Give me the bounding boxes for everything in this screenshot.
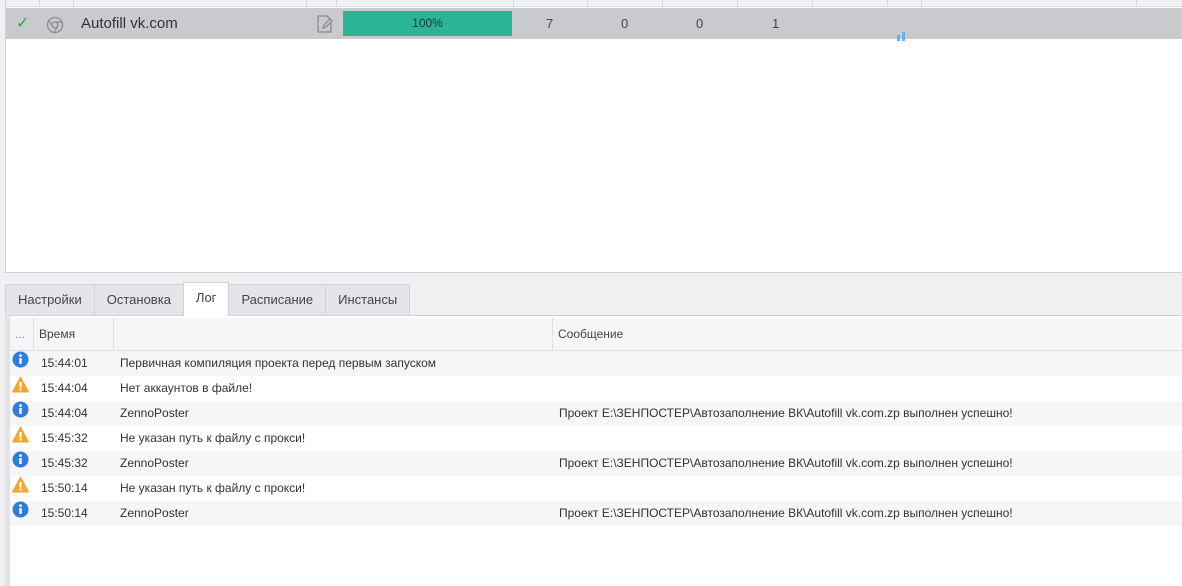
progress-label: 100%	[412, 16, 443, 30]
log-time: 15:45:32	[41, 431, 88, 445]
column-header-message[interactable]: Сообщение	[553, 318, 1182, 350]
progress-bar: 100%	[343, 11, 512, 36]
column-header-dots[interactable]: ...	[10, 318, 34, 350]
log-source: Не указан путь к файлу с прокси!	[120, 431, 306, 445]
info-icon	[12, 501, 29, 518]
info-icon	[12, 351, 29, 368]
edit-icon[interactable]	[315, 14, 335, 34]
log-message: Проект E:\ЗЕНПОСТЕР\Автозаполнение ВК\Au…	[559, 456, 1013, 470]
count-cell: 7	[546, 16, 554, 31]
log-row[interactable]: 15:45:32 ZennoPoster Проект E:\ЗЕНПОСТЕР…	[10, 451, 1182, 476]
warning-icon	[12, 376, 29, 393]
log-panel: ... Время Сообщение 15:44:01 Первичная к…	[5, 315, 1182, 586]
warning-icon	[12, 426, 29, 443]
log-header: ... Время Сообщение	[10, 318, 1182, 351]
log-row[interactable]: 15:45:32 Не указан путь к файлу с прокси…	[10, 426, 1182, 451]
log-time: 15:44:01	[41, 356, 88, 370]
log-source: ZennoPoster	[120, 506, 189, 520]
stats-icon[interactable]	[897, 21, 907, 41]
log-row[interactable]: 15:44:04 ZennoPoster Проект E:\ЗЕНПОСТЕР…	[10, 401, 1182, 426]
count-cell: 0	[621, 16, 629, 31]
log-source: Не указан путь к файлу с прокси!	[120, 481, 306, 495]
log-time: 15:50:14	[41, 506, 88, 520]
info-icon	[12, 401, 29, 418]
check-icon: ✓	[16, 15, 30, 32]
log-source: Первичная компиляция проекта перед первы…	[120, 356, 436, 370]
tab-instances[interactable]: Инстансы	[325, 284, 411, 316]
log-time: 15:44:04	[41, 406, 88, 420]
log-source: ZennoPoster	[120, 456, 189, 470]
projects-table: ✓ Autofill vk.com 100% 7 0 0 1	[5, 0, 1182, 273]
log-message: Проект E:\ЗЕНПОСТЕР\Автозаполнение ВК\Au…	[559, 406, 1013, 420]
log-source: Нет аккаунтов в файле!	[120, 381, 253, 395]
project-row[interactable]: ✓ Autofill vk.com 100% 7 0 0 1	[6, 8, 1182, 41]
warning-icon	[12, 476, 29, 493]
column-header-time[interactable]: Время	[34, 318, 114, 350]
log-time: 15:44:04	[41, 381, 88, 395]
count-cell: 1	[772, 16, 780, 31]
chrome-icon	[46, 14, 64, 34]
log-row[interactable]: 15:44:01 Первичная компиляция проекта пе…	[10, 351, 1182, 376]
project-name: Autofill vk.com	[81, 15, 178, 32]
tab-settings[interactable]: Настройки	[5, 284, 95, 316]
log-row[interactable]: 15:44:04 Нет аккаунтов в файле!	[10, 376, 1182, 401]
log-row[interactable]: 15:50:14 ZennoPoster Проект E:\ЗЕНПОСТЕР…	[10, 501, 1182, 526]
column-header-source[interactable]	[114, 318, 553, 350]
log-time: 15:50:14	[41, 481, 88, 495]
count-cell: 0	[696, 16, 704, 31]
tab-schedule[interactable]: Расписание	[228, 284, 327, 316]
tab-stop[interactable]: Остановка	[93, 284, 184, 316]
log-source: ZennoPoster	[120, 406, 189, 420]
tab-bar: Настройки Остановка Лог Расписание Инста…	[5, 282, 411, 316]
log-row[interactable]: 15:50:14 Не указан путь к файлу с прокси…	[10, 476, 1182, 501]
log-time: 15:45:32	[41, 456, 88, 470]
tab-log[interactable]: Лог	[182, 282, 230, 316]
info-icon	[12, 451, 29, 468]
log-message: Проект E:\ЗЕНПОСТЕР\Автозаполнение ВК\Au…	[559, 506, 1013, 520]
table-header	[6, 0, 1182, 7]
